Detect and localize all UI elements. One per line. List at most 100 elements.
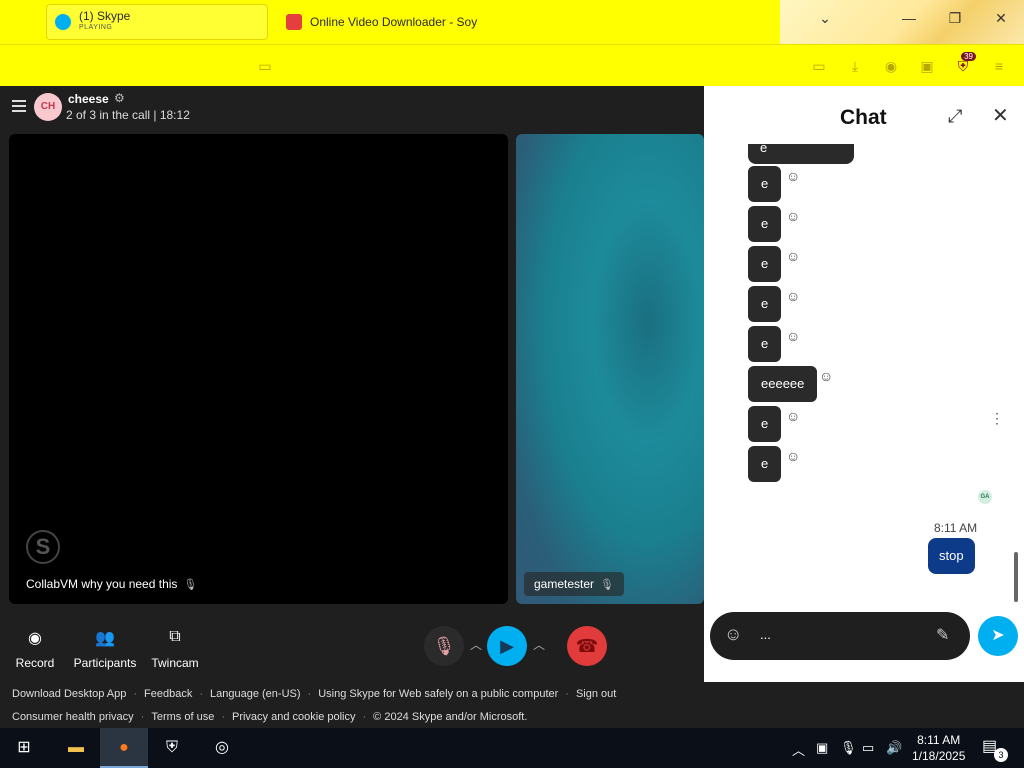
participants-label: Participants	[73, 656, 137, 670]
add-reaction-icon[interactable]: ☺	[786, 328, 800, 344]
twincam-label: Twincam	[151, 656, 199, 670]
clock-date: 1/18/2025	[912, 749, 966, 763]
message-bubble[interactable]: e	[748, 246, 782, 282]
extensions-icon[interactable]: ▣	[918, 57, 936, 75]
copyright-text: © 2024 Skype and/or Microsoft.	[373, 711, 528, 723]
message-bubble[interactable]: e	[748, 446, 782, 482]
participant-label: CollabVM why you need this 🎙	[26, 577, 197, 591]
message-bubble[interactable]: eeeeee	[748, 366, 818, 402]
participants-icon: 👥	[95, 630, 115, 647]
conversation-name[interactable]: cheese	[68, 92, 109, 106]
mute-microphone-button[interactable]: 🎙	[424, 626, 464, 666]
notification-count-badge: 3	[994, 748, 1008, 762]
ink-pen-icon[interactable]: ✎	[936, 625, 949, 645]
record-label: Record	[15, 656, 55, 670]
message-bubble[interactable]: e	[748, 166, 782, 202]
message-bubble[interactable]: e	[748, 326, 782, 362]
minimize-button[interactable]: —	[894, 10, 924, 26]
participants-button[interactable]: 👥 Participants	[73, 628, 137, 670]
clock[interactable]: 8:11 AM 1/18/2025	[912, 732, 965, 764]
footer-links-row: Download Desktop App · Feedback · Language (…	[12, 688, 617, 700]
message-bubble[interactable]: e	[748, 206, 782, 242]
footer-link-privacy-cookies[interactable]: Privacy and cookie policy	[232, 711, 356, 723]
footer-link-safety[interactable]: Using Skype for Web safely on a public c…	[318, 688, 558, 700]
tab-skype[interactable]: (1) Skype PLAYING	[46, 4, 268, 40]
expand-icon[interactable]: ⤢	[948, 106, 962, 127]
message-bubble[interactable]: e	[748, 406, 782, 442]
footer-links-row: Consumer health privacy · Terms of use · Pri…	[12, 711, 528, 723]
firefox-icon[interactable]: ●	[100, 728, 148, 768]
participant-label: gametester 🎙	[524, 572, 624, 596]
outgoing-message-bubble[interactable]: stop	[928, 538, 975, 574]
show-hidden-icons-chevron-icon[interactable]: ︿	[792, 740, 805, 759]
add-reaction-icon[interactable]: ☺	[786, 248, 800, 264]
record-button[interactable]: ◉ Record	[3, 628, 67, 670]
downloads-icon[interactable]: ⤓	[846, 57, 864, 75]
file-explorer-icon[interactable]: ▬	[52, 728, 100, 768]
download-icon	[286, 14, 302, 30]
mic-off-icon: 🎙	[600, 579, 614, 591]
add-reaction-icon[interactable]: ☺	[786, 208, 800, 224]
microphone-icon[interactable]: 🎙	[840, 740, 857, 756]
participant-name: gametester	[534, 577, 595, 591]
twincam-button[interactable]: ⧉ Twincam	[143, 628, 207, 670]
add-reaction-icon[interactable]: ☺	[786, 448, 800, 464]
reader-icon[interactable]: ▭	[810, 57, 828, 75]
windows-taskbar: ⊞ ▬ ● ⛨ ◎ ︿ ▣ 🎙 ▭ 🔊 8:11 AM 1/18/2025 ▤ …	[0, 728, 1024, 768]
call-status: 2 of 3 in the call | 18:12	[66, 108, 190, 122]
network-icon[interactable]: ▭	[862, 740, 874, 756]
add-reaction-icon[interactable]: ☺	[786, 408, 800, 424]
hamburger-menu-icon[interactable]	[12, 100, 26, 112]
volume-icon[interactable]: 🔊	[886, 740, 902, 756]
more-options-icon[interactable]: ⋮	[990, 410, 1004, 427]
footer-link-download[interactable]: Download Desktop App	[12, 688, 126, 700]
video-camera-icon[interactable]: ▭	[256, 57, 274, 75]
extension-badge: 39	[961, 52, 976, 61]
message-bubble[interactable]: e	[748, 141, 854, 164]
chat-panel: Chat ⤢ ✕ e e ☺ e ☺ e ☺ e ☺ e ☺ eeeeee ☺ …	[704, 86, 1024, 682]
video-tile-remote[interactable]: gametester 🎙	[516, 134, 704, 604]
video-tile-self[interactable]: S CollabVM why you need this 🎙	[9, 134, 508, 604]
message-input[interactable]: ...	[760, 627, 771, 642]
tab-title: Online Video Downloader - Soy	[310, 15, 478, 29]
read-receipt-avatar: GA	[978, 490, 992, 504]
account-icon[interactable]: ◉	[882, 57, 900, 75]
message-timestamp: 8:11 AM	[934, 521, 978, 535]
add-reaction-icon[interactable]: ☺	[786, 168, 800, 184]
emoji-icon[interactable]: ☺	[724, 624, 742, 645]
footer-link-terms[interactable]: Terms of use	[151, 711, 214, 723]
message-compose-box[interactable]: ☺ ... ✎	[710, 612, 970, 660]
security-shield-icon[interactable]: ⛨	[148, 728, 196, 768]
restore-button[interactable]: ❐	[940, 10, 970, 27]
camera-toggle-button[interactable]: ▶	[487, 626, 527, 666]
browser-address-bar: ▭ ▭ ⤓ ◉ ▣ ⛨ ≡	[0, 44, 1024, 86]
add-reaction-icon[interactable]: ☺	[786, 288, 800, 304]
footer-link-language[interactable]: Language (en-US)	[210, 688, 301, 700]
meet-now-icon[interactable]: ▣	[816, 740, 828, 756]
tab-video-downloader[interactable]: Online Video Downloader - Soy	[278, 4, 498, 40]
menu-icon[interactable]: ≡	[990, 57, 1008, 75]
record-icon: ◉	[28, 630, 42, 647]
camera-options-chevron-icon[interactable]: ︿	[533, 636, 545, 653]
chat-title: Chat	[840, 106, 887, 129]
skype-logo-icon: S	[26, 530, 60, 564]
close-chat-button[interactable]: ✕	[992, 103, 1009, 128]
end-call-button[interactable]: ☎	[567, 626, 607, 666]
avatar[interactable]: CH	[34, 93, 62, 121]
chat-scrollbar[interactable]	[1014, 552, 1018, 602]
close-window-button[interactable]: ✕	[986, 10, 1016, 27]
participant-name: CollabVM why you need this	[26, 577, 178, 591]
footer-link-sign-out[interactable]: Sign out	[576, 688, 616, 700]
tab-list-chevron-icon[interactable]: ⌄	[810, 10, 840, 27]
gear-icon[interactable]: ⚙	[114, 91, 125, 105]
footer-link-health-privacy[interactable]: Consumer health privacy	[12, 711, 134, 723]
footer-link-feedback[interactable]: Feedback	[144, 688, 192, 700]
message-bubble[interactable]: e	[748, 286, 782, 322]
send-button[interactable]: ➤	[978, 616, 1018, 656]
add-reaction-icon[interactable]: ☺	[819, 368, 833, 384]
browser-tab-bar: (1) Skype PLAYING Online Video Downloade…	[0, 0, 1024, 86]
obs-icon[interactable]: ◎	[198, 728, 246, 768]
tab-title: (1) Skype	[79, 9, 131, 23]
start-button-icon[interactable]: ⊞	[0, 728, 48, 768]
mic-options-chevron-icon[interactable]: ︿	[470, 636, 482, 653]
